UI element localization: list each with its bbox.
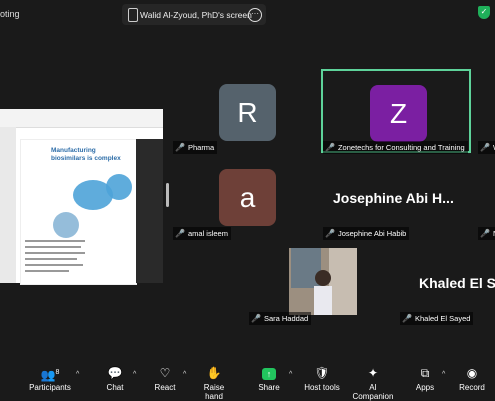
share-button[interactable]: ↑ Share [254,366,284,392]
text-line [25,258,77,260]
participants-icon: 👥8 [40,368,60,382]
participant-name-label: 🎤 amal isleem [173,227,231,240]
split-view-handle[interactable] [166,183,169,207]
text-line [25,252,85,254]
mic-muted-icon: 🎤 [325,143,335,152]
video-frame [289,248,357,315]
ai-companion-button[interactable]: ✦ AI Companion [349,366,397,401]
participant-name-label: 🎤 Khaled El Sayed [400,312,474,325]
sparkle-icon: ✦ [367,366,379,380]
record-button[interactable]: ◉ Record [458,366,486,392]
participant-name-label: 🎤 Pharma [173,141,218,154]
text-line [25,246,81,248]
participant-name-label: 🎤 Zonetechs for Consulting and Training [323,141,468,154]
host-tools-button[interactable]: 🛡 Host tools [303,366,341,392]
record-icon: ◉ [466,366,478,380]
mic-muted-icon: 🎤 [325,229,335,238]
raise-hand-button[interactable]: ✋ Raise hand [195,366,233,401]
chevron-up-icon[interactable]: ^ [289,371,292,378]
mic-muted-icon: 🎤 [480,143,490,152]
participant-video-sara[interactable] [289,248,357,315]
apps-button[interactable]: ⧉ Apps [414,366,436,392]
chevron-up-icon[interactable]: ^ [133,371,136,378]
apps-icon: ⧉ [420,366,430,380]
raise-hand-icon: ✋ [206,366,222,380]
slide-title: Manufacturing biosimilars is complex [51,147,121,162]
protein-illustration [106,174,132,200]
participant-display-name: Khaled El S [419,275,495,291]
text-line [25,240,85,242]
text-line [25,264,83,266]
mic-muted-icon: 🎤 [175,229,185,238]
cell-illustration [53,212,79,238]
participant-name-label: 🎤 Sara Haddad [249,312,312,325]
participant-name-label: 🎤W [478,141,495,154]
chevron-up-icon[interactable]: ^ [76,371,79,378]
avatar: R [219,84,276,141]
document-sidebar [0,127,16,283]
chevron-up-icon[interactable]: ^ [442,371,445,378]
screen-share-label: Walid Al-Zyoud, PhD's screen [140,10,252,20]
avatar: Z [370,85,427,142]
meeting-title-partial: oting [0,9,20,19]
security-shield-icon[interactable]: ✓ [478,6,490,19]
chevron-up-icon[interactable]: ^ [183,371,186,378]
avatar: a [219,169,276,226]
react-icon: ♡ [159,366,171,380]
shield-icon: 🛡 [314,366,330,380]
shared-screen-view[interactable]: Manufacturing biosimilars is complex [0,109,163,285]
share-screen-icon: ↑ [254,366,284,380]
document-toolbar [0,109,163,128]
document-page: Manufacturing biosimilars is complex [20,139,137,285]
more-options-button[interactable]: ··· [248,8,262,22]
react-button[interactable]: ♡ React [150,366,180,392]
mic-muted-icon: 🎤 [175,143,185,152]
participants-button[interactable]: 👥8 Participants [28,366,72,392]
chat-icon: 💬 [107,366,123,380]
text-line [25,270,69,272]
participant-name-label: 🎤 Josephine Abi Habib [323,227,410,240]
document-dark-panel [136,139,163,283]
participant-name-label: 🎤Ni [478,227,495,240]
screen-share-icon [128,8,138,22]
mic-muted-icon: 🎤 [480,229,490,238]
participant-display-name: Josephine Abi H... [333,190,454,206]
chat-button[interactable]: 💬 Chat [100,366,130,392]
mic-muted-icon: 🎤 [251,314,261,323]
mic-muted-icon: 🎤 [402,314,412,323]
